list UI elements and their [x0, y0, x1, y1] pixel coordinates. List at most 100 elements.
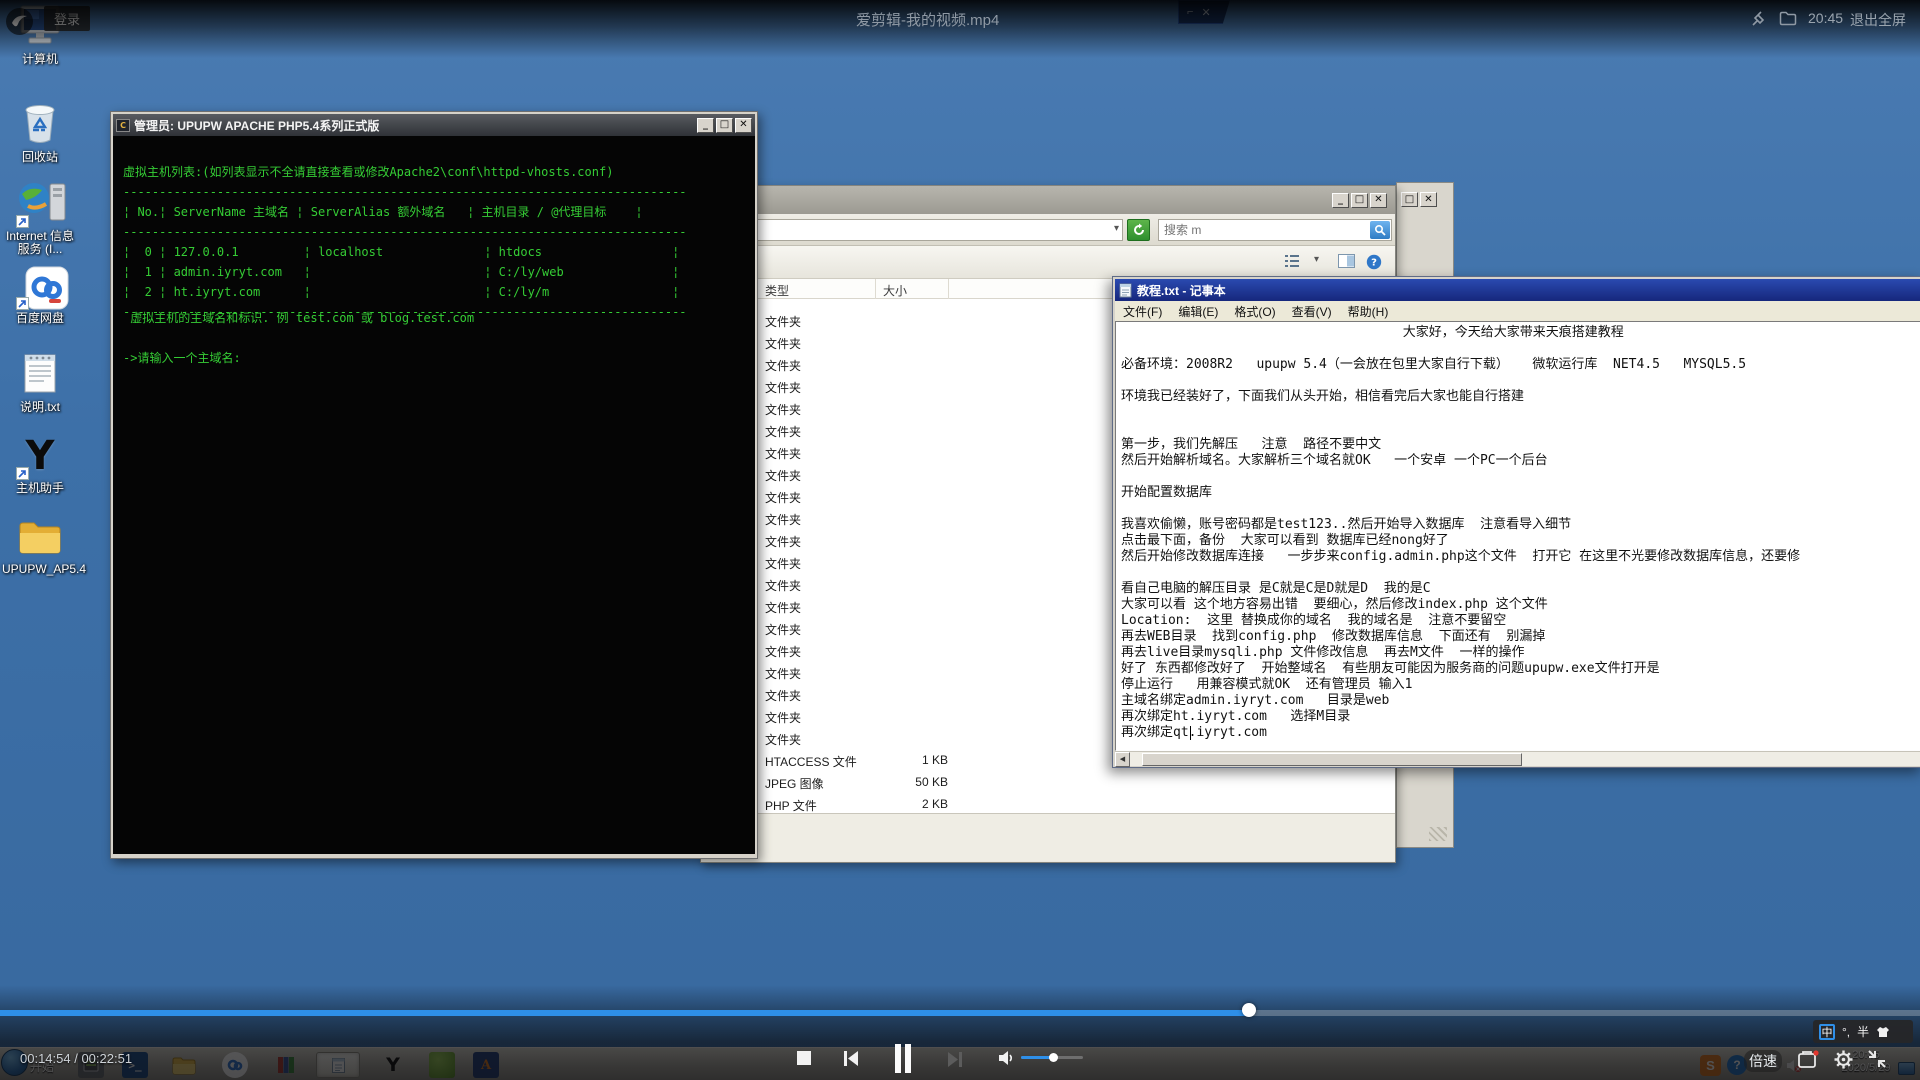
- file-row[interactable]: JPEG 图像 50 KB: [701, 772, 1395, 794]
- ime-punctuation[interactable]: °,: [1842, 1025, 1850, 1039]
- maximize-button[interactable]: □: [716, 118, 733, 133]
- desktop-icon-label: 主机助手: [2, 482, 78, 495]
- file-type: 文件夹: [765, 445, 801, 462]
- file-size: 2 KB: [821, 797, 948, 811]
- exit-fullscreen-button[interactable]: 退出全屏: [1850, 10, 1906, 30]
- desktop-icon-readme-txt[interactable]: 说明.txt: [2, 352, 78, 414]
- maximize-button[interactable]: □: [1401, 192, 1418, 207]
- shortcut-arrow-icon: [16, 467, 29, 480]
- playback-speed-button[interactable]: 倍速: [1744, 1050, 1782, 1072]
- show-desktop-icon[interactable]: [1898, 1062, 1915, 1075]
- menu-file[interactable]: 文件(F): [1115, 301, 1170, 322]
- console-icon: C: [116, 119, 130, 132]
- taskbar-baidu-netdisk-icon[interactable]: [222, 1052, 248, 1078]
- menu-help[interactable]: 帮助(H): [1340, 301, 1397, 322]
- list-view-icon[interactable]: [1284, 254, 1300, 273]
- file-type: 文件夹: [765, 577, 801, 594]
- close-button[interactable]: ✕: [1420, 192, 1437, 207]
- taskbar-explorer-icon[interactable]: [171, 1052, 197, 1078]
- svg-text:?: ?: [1371, 258, 1377, 269]
- file-type: 文件夹: [765, 731, 801, 748]
- ime-mode-icon[interactable]: 中: [1819, 1024, 1835, 1040]
- desktop-icon-upupw-folder[interactable]: UPUPW_AP5.4: [2, 518, 78, 576]
- help-icon[interactable]: ?: [1366, 254, 1382, 275]
- column-header-size[interactable]: 大小: [883, 282, 907, 299]
- file-row[interactable]: PHP 文件 2 KB: [701, 794, 1395, 813]
- notepad-icon: [1119, 283, 1132, 298]
- explorer-address-bar: ▾: [701, 214, 1395, 246]
- search-input[interactable]: [1159, 223, 1370, 237]
- file-size: 1 KB: [821, 753, 948, 767]
- taskbar-host-assistant-icon[interactable]: Y: [380, 1052, 406, 1078]
- minimize-button[interactable]: _: [697, 118, 714, 133]
- address-field[interactable]: ▾: [719, 219, 1123, 241]
- scrollbar-thumb[interactable]: [1142, 753, 1522, 766]
- stop-button[interactable]: [797, 1051, 811, 1065]
- file-type: 文件夹: [765, 401, 801, 418]
- file-type: 文件夹: [765, 533, 801, 550]
- minimize-button[interactable]: _: [1332, 193, 1349, 208]
- search-icon[interactable]: [1370, 221, 1390, 239]
- search-box[interactable]: [1158, 219, 1392, 241]
- chevron-down-icon[interactable]: ▾: [1314, 254, 1319, 265]
- desktop-icon-label: UPUPW_AP5.4: [2, 563, 78, 576]
- volume-icon[interactable]: [997, 1049, 1015, 1072]
- horizontal-scrollbar[interactable]: ◀: [1115, 751, 1920, 766]
- previous-button[interactable]: [842, 1050, 860, 1072]
- maximize-button[interactable]: □: [1351, 193, 1368, 208]
- pin-icon[interactable]: [1750, 11, 1767, 33]
- preview-pane-icon[interactable]: [1338, 254, 1355, 273]
- taskbar-winrar-icon[interactable]: [273, 1052, 299, 1078]
- next-button[interactable]: [946, 1051, 964, 1073]
- notepad-title-bar[interactable]: 教程.txt - 记事本: [1115, 279, 1920, 301]
- close-icon[interactable]: ✕: [1201, 6, 1210, 19]
- taskbar-app-a-icon[interactable]: A: [473, 1052, 499, 1078]
- console-output[interactable]: 虚拟主机列表:(如列表显示不全请直接查看或修改Apache2\conf\http…: [113, 136, 755, 854]
- app-logo-watermark: [6, 8, 33, 35]
- column-header-type[interactable]: 类型: [765, 282, 789, 299]
- ime-status-bar[interactable]: 中 °, 半: [1813, 1020, 1913, 1043]
- shrink-exit-fullscreen-icon[interactable]: [1866, 1048, 1888, 1075]
- menu-format[interactable]: 格式(O): [1226, 301, 1283, 322]
- file-type: 文件夹: [765, 687, 801, 704]
- explorer-title-bar[interactable]: _ □ ✕: [701, 186, 1395, 214]
- desktop-icon-baidu-netdisk[interactable]: 百度网盘: [2, 266, 78, 325]
- chevron-down-icon[interactable]: ▾: [1114, 223, 1119, 234]
- login-button[interactable]: 登录: [44, 6, 90, 31]
- scroll-left-icon[interactable]: ◀: [1115, 752, 1130, 767]
- file-type: 文件夹: [765, 709, 801, 726]
- file-type: JPEG 图像: [765, 775, 824, 792]
- taskbar-navicat-icon[interactable]: [429, 1052, 455, 1078]
- seek-handle[interactable]: [1242, 1003, 1256, 1017]
- taskbar-notepad-button-active[interactable]: [316, 1052, 360, 1078]
- menu-view[interactable]: 查看(V): [1284, 301, 1340, 322]
- tray-sogou-icon[interactable]: S: [1700, 1055, 1721, 1076]
- settings-gear-icon[interactable]: [1833, 1049, 1854, 1075]
- notepad-text-area[interactable]: 大家好，今天给大家带来天痕搭建教程必备环境：2008R2 upupw 5.4（一…: [1115, 321, 1920, 751]
- console-title-bar[interactable]: C 管理员: UPUPW APACHE PHP5.4系列正式版 _ □ ✕: [113, 114, 755, 136]
- folder-icon[interactable]: [1779, 11, 1797, 31]
- refresh-button[interactable]: [1127, 219, 1150, 241]
- close-button[interactable]: ✕: [1370, 193, 1387, 208]
- notepad-window: 教程.txt - 记事本 文件(F) 编辑(E) 格式(O) 查看(V) 帮助(…: [1112, 276, 1920, 768]
- file-type: 文件夹: [765, 489, 801, 506]
- menu-edit[interactable]: 编辑(E): [1170, 301, 1226, 322]
- close-button[interactable]: ✕: [735, 118, 752, 133]
- player-clock: 20:45: [1808, 10, 1843, 26]
- ime-skin-shirt-icon[interactable]: [1876, 1026, 1890, 1038]
- resize-grip[interactable]: [1429, 827, 1447, 841]
- file-type: 文件夹: [765, 379, 801, 396]
- floating-mini-panel[interactable]: ⌐ ✕: [1178, 0, 1230, 24]
- ime-width-mode[interactable]: 半: [1857, 1023, 1869, 1040]
- file-type: 文件夹: [765, 599, 801, 616]
- desktop-icon-recycle-bin[interactable]: 回收站: [2, 100, 78, 164]
- snapshot-icon[interactable]: [1797, 1050, 1819, 1074]
- desktop-icon-host-assistant[interactable]: Y 主机助手: [2, 436, 78, 495]
- seek-bar[interactable]: [0, 1010, 1920, 1016]
- pause-button[interactable]: [893, 1044, 913, 1078]
- volume-handle[interactable]: [1049, 1053, 1058, 1062]
- desktop-icon-iis[interactable]: Internet 信息服务 (I...: [2, 178, 78, 256]
- y-letter-icon: Y: [2, 436, 78, 476]
- details-pane: [701, 813, 1395, 861]
- file-type: 文件夹: [765, 665, 801, 682]
